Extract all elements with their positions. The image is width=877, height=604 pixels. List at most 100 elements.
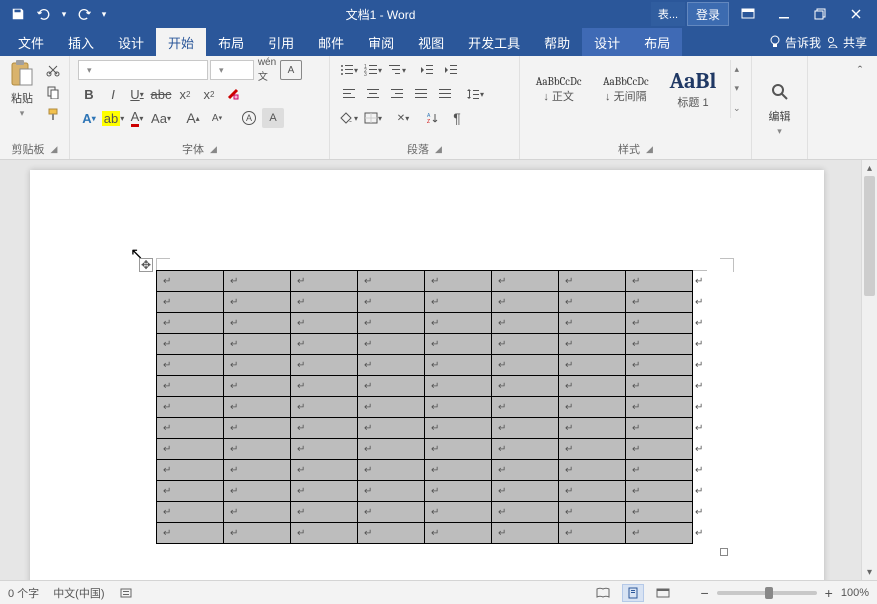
table-cell[interactable]: ↵	[559, 292, 626, 313]
character-border-icon[interactable]: A	[280, 60, 302, 80]
print-layout-icon[interactable]	[622, 584, 644, 602]
justify-icon[interactable]	[410, 84, 432, 104]
highlight-icon[interactable]: ab▾	[102, 108, 124, 128]
font-color-icon[interactable]: A▾	[126, 108, 148, 128]
scrollbar-track[interactable]	[862, 176, 877, 564]
table-cell[interactable]: ↵	[224, 271, 291, 292]
table-cell[interactable]: ↵	[224, 418, 291, 439]
enclose-characters-icon[interactable]: A	[238, 108, 260, 128]
table-cell[interactable]: ↵	[224, 502, 291, 523]
tab-developer[interactable]: 开发工具	[456, 28, 532, 56]
table-cell[interactable]: ↵	[291, 397, 358, 418]
tab-table-design[interactable]: 设计	[582, 28, 632, 56]
table-cell[interactable]: ↵	[224, 376, 291, 397]
table-cell[interactable]: ↵	[492, 481, 559, 502]
table-cell[interactable]: ↵	[291, 271, 358, 292]
format-painter-icon[interactable]	[42, 104, 64, 124]
table-cell[interactable]: ↵	[358, 334, 425, 355]
table-cell[interactable]: ↵	[291, 481, 358, 502]
tab-home[interactable]: 开始	[156, 28, 206, 56]
document-table[interactable]: ↵↵↵↵↵↵↵↵↵↵↵↵↵↵↵↵↵↵↵↵↵↵↵↵↵↵↵↵↵↵↵↵↵↵↵↵↵↵↵↵…	[156, 270, 707, 544]
table-cell[interactable]: ↵	[492, 271, 559, 292]
bullets-icon[interactable]: ▾	[338, 60, 360, 80]
redo-icon[interactable]	[72, 2, 96, 26]
table-row[interactable]: ↵↵↵↵↵↵↵↵↵	[157, 460, 707, 481]
font-size-combo[interactable]: ▾	[210, 60, 254, 80]
save-icon[interactable]	[6, 2, 30, 26]
tab-view[interactable]: 视图	[406, 28, 456, 56]
table-row[interactable]: ↵↵↵↵↵↵↵↵↵	[157, 313, 707, 334]
tab-insert[interactable]: 插入	[56, 28, 106, 56]
zoom-slider[interactable]	[717, 591, 817, 595]
phonetic-guide-icon[interactable]: wén文	[256, 60, 278, 80]
scroll-down-icon[interactable]: ▾	[862, 564, 877, 580]
table-cell[interactable]: ↵	[559, 397, 626, 418]
align-left-icon[interactable]	[338, 84, 360, 104]
table-cell[interactable]: ↵	[224, 313, 291, 334]
bold-button[interactable]: B	[78, 84, 100, 104]
superscript-button[interactable]: x2	[198, 84, 220, 104]
restore-icon[interactable]	[803, 2, 837, 26]
table-cell[interactable]: ↵	[224, 481, 291, 502]
table-cell[interactable]: ↵	[157, 460, 224, 481]
table-cell[interactable]: ↵	[425, 271, 492, 292]
table-cell[interactable]: ↵	[626, 376, 693, 397]
page[interactable]: ↖ ✥ ↵↵↵↵↵↵↵↵↵↵↵↵↵↵↵↵↵↵↵↵↵↵↵↵↵↵↵↵↵↵↵↵↵↵↵↵…	[30, 170, 824, 580]
table-cell[interactable]: ↵	[358, 502, 425, 523]
minimize-icon[interactable]	[767, 2, 801, 26]
table-cell[interactable]: ↵	[492, 397, 559, 418]
table-row[interactable]: ↵↵↵↵↵↵↵↵↵	[157, 334, 707, 355]
table-resize-handle[interactable]	[720, 548, 728, 556]
table-cell[interactable]: ↵	[425, 481, 492, 502]
tab-mailings[interactable]: 邮件	[306, 28, 356, 56]
styles-launcher-icon[interactable]: ◢	[646, 144, 653, 155]
table-cell[interactable]: ↵	[492, 418, 559, 439]
table-cell[interactable]: ↵	[626, 523, 693, 544]
table-cell[interactable]: ↵	[425, 376, 492, 397]
italic-button[interactable]: I	[102, 84, 124, 104]
table-cell[interactable]: ↵	[492, 334, 559, 355]
table-cell[interactable]: ↵	[626, 271, 693, 292]
underline-button[interactable]: U▾	[126, 84, 148, 104]
table-cell[interactable]: ↵	[358, 355, 425, 376]
table-cell[interactable]: ↵	[626, 355, 693, 376]
zoom-out-button[interactable]: −	[700, 585, 708, 601]
table-cell[interactable]: ↵	[224, 397, 291, 418]
change-case-icon[interactable]: Aa▾	[150, 108, 172, 128]
share-button[interactable]: 共享	[827, 34, 867, 51]
table-cell[interactable]: ↵	[492, 292, 559, 313]
table-cell[interactable]: ↵	[425, 334, 492, 355]
find-button[interactable]: 编辑 ▾	[762, 78, 798, 137]
character-shading-icon[interactable]: A	[262, 108, 284, 128]
tell-me[interactable]: 告诉我	[769, 34, 821, 51]
table-cell[interactable]: ↵	[224, 292, 291, 313]
tab-review[interactable]: 审阅	[356, 28, 406, 56]
table-cell[interactable]: ↵	[224, 334, 291, 355]
table-cell[interactable]: ↵	[291, 376, 358, 397]
undo-icon[interactable]	[32, 2, 56, 26]
table-cell[interactable]: ↵	[626, 418, 693, 439]
strikethrough-button[interactable]: abc	[150, 84, 172, 104]
word-count[interactable]: 0 个字	[8, 585, 39, 601]
tab-layout[interactable]: 布局	[206, 28, 256, 56]
table-cell[interactable]: ↵	[157, 523, 224, 544]
table-cell[interactable]: ↵	[492, 439, 559, 460]
table-move-handle-icon[interactable]: ✥	[139, 258, 153, 272]
login-button[interactable]: 登录	[687, 2, 729, 26]
table-cell[interactable]: ↵	[224, 355, 291, 376]
table-cell[interactable]: ↵	[425, 418, 492, 439]
line-spacing-icon[interactable]: ▾	[464, 84, 486, 104]
accessibility-icon[interactable]	[119, 586, 133, 600]
font-name-combo[interactable]: ▾	[78, 60, 208, 80]
table-cell[interactable]: ↵	[559, 439, 626, 460]
table-cell[interactable]: ↵	[358, 523, 425, 544]
text-effects-icon[interactable]: A▾	[78, 108, 100, 128]
tab-help[interactable]: 帮助	[532, 28, 582, 56]
table-cell[interactable]: ↵	[157, 418, 224, 439]
table-row[interactable]: ↵↵↵↵↵↵↵↵↵	[157, 376, 707, 397]
table-cell[interactable]: ↵	[291, 502, 358, 523]
table-cell[interactable]: ↵	[291, 439, 358, 460]
close-icon[interactable]	[839, 2, 873, 26]
table-cell[interactable]: ↵	[291, 460, 358, 481]
table-row[interactable]: ↵↵↵↵↵↵↵↵↵	[157, 481, 707, 502]
